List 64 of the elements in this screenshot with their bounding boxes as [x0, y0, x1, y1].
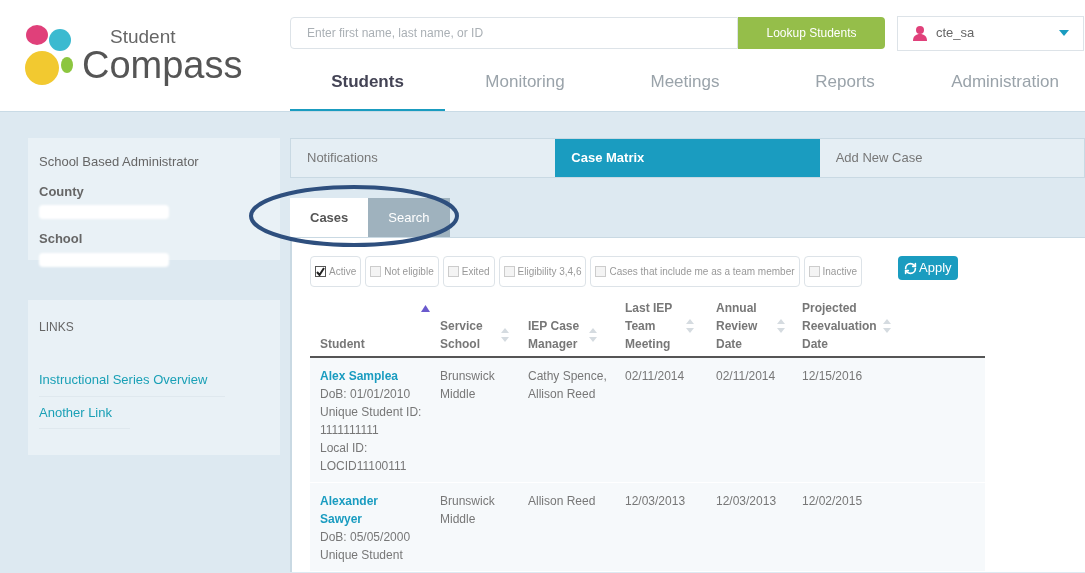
sort-icon[interactable]	[501, 328, 509, 342]
student-name-link[interactable]: Alex Samplea	[320, 367, 410, 385]
nav-tab[interactable]: Reports	[765, 54, 925, 111]
column-header[interactable]: Last IEP Team Meeting	[625, 299, 680, 353]
main-tab[interactable]: Case Matrix	[555, 139, 820, 177]
nav-tab[interactable]: Administration	[925, 54, 1085, 111]
column-header[interactable]: Projected Reevaluation Date	[802, 299, 877, 353]
refresh-icon	[904, 261, 917, 275]
filter-checkbox[interactable]: Not eligible	[365, 256, 439, 287]
role-text: School Based Administrator	[39, 153, 200, 171]
student-detail: Unique Student	[320, 547, 404, 564]
logo-wordmark: Compass	[82, 46, 243, 84]
table-row[interactable]: Alexander Sawyer DoB: 05/05/2000 Unique Student Brunswick Middle Allison Reed 12/03/2013 12/03/2013 12/02/2015	[310, 483, 985, 572]
student-detail: Local ID: LOCID11100111	[320, 440, 408, 475]
field-label: School	[39, 230, 84, 248]
table-cell-text: Brunswick Middle	[440, 368, 496, 403]
check-icon	[316, 267, 325, 276]
user-name: cte_sa	[936, 24, 976, 43]
nav-tab[interactable]: Meetings	[605, 54, 765, 111]
filter-checkbox[interactable]: Exited	[442, 256, 495, 287]
student-detail: DoB: 01/01/2010	[320, 386, 412, 403]
sub-tab[interactable]: Cases	[290, 198, 369, 237]
sort-icon[interactable]	[777, 319, 785, 333]
sidebar-link[interactable]: Another Link	[39, 396, 130, 429]
caret-icon	[1059, 30, 1069, 36]
filter-checkbox[interactable]: Cases that include me as a team member	[590, 256, 800, 287]
sort-icon[interactable]	[589, 328, 597, 342]
column-header[interactable]: Student	[320, 335, 365, 353]
apply-button[interactable]: Apply	[898, 256, 958, 280]
filter-checkbox[interactable]: Eligibility 3,4,6	[498, 256, 587, 287]
table-cell-text: 02/11/2014	[625, 368, 686, 385]
user-menu[interactable]: cte_sa	[897, 15, 1084, 51]
table-cell-text: 12/03/2013	[625, 493, 687, 510]
sort-ascending-icon[interactable]	[421, 305, 430, 312]
sidebar-link[interactable]: Instructional Series Overview	[39, 364, 226, 397]
main-tab[interactable]: Add New Case	[819, 139, 1084, 177]
user-icon	[912, 25, 928, 41]
sort-icon[interactable]	[882, 319, 891, 333]
student-detail: Unique Student ID: 1111111111	[320, 404, 423, 439]
table-cell-text: 12/15/2016	[802, 368, 864, 385]
links-heading: LINKS	[39, 319, 75, 336]
student-search-field[interactable]: Enter first name, last name, or ID	[290, 17, 738, 49]
column-header[interactable]: Service School	[440, 317, 495, 353]
table-cell-text: 12/02/2015	[802, 493, 864, 510]
sort-icon[interactable]	[686, 319, 694, 333]
nav-tab[interactable]: Monitoring	[445, 54, 605, 111]
column-header[interactable]: Annual Review Date	[716, 299, 771, 353]
filter-checkbox[interactable]: Inactive	[803, 256, 862, 287]
table-cell-text: 12/03/2013	[716, 493, 778, 510]
table-cell-text: Cathy Spence, Allison Reed	[528, 368, 608, 403]
filter-checkbox[interactable]: Active	[310, 256, 362, 287]
column-header[interactable]: IEP Case Manager	[528, 317, 583, 353]
main-tab[interactable]: Notifications	[291, 139, 556, 177]
field-label: County	[39, 182, 85, 201]
table-cell-text: 02/11/2014	[716, 368, 777, 385]
table-cell-text: Allison Reed	[528, 493, 597, 510]
sub-tab[interactable]: Search	[368, 198, 450, 237]
table-cell-text: Brunswick Middle	[440, 493, 496, 528]
student-name-link[interactable]: Alexander Sawyer	[320, 492, 410, 528]
nav-tab[interactable]: Students	[290, 54, 445, 111]
logo-wordmark-top: Student	[109, 27, 177, 46]
student-detail: DoB: 05/05/2000	[320, 529, 412, 546]
table-row[interactable]: Alex Samplea DoB: 01/01/2010 Unique Student ID: 1111111111 Local ID: LOCID11100111 Brunswick Middle Cathy Spence, Allison Reed 02/11/2014 02/11/2014 12/15/2016	[310, 358, 985, 483]
lookup-students-button[interactable]: Lookup Students	[738, 17, 885, 49]
